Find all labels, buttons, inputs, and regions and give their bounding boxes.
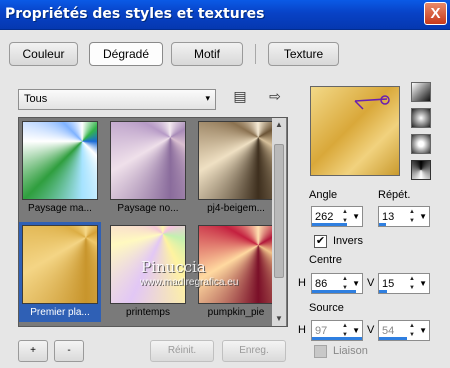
- remove-button[interactable]: -: [54, 340, 84, 362]
- angle-label: Angle: [309, 189, 338, 201]
- angle-spinner[interactable]: 262 ▲ ▼ ▼: [311, 206, 363, 227]
- watermark-url: www.madiregrafica.eu: [140, 277, 239, 288]
- radial-style-icon[interactable]: [411, 160, 431, 180]
- watermark-name: Pinuccia: [141, 258, 206, 276]
- source-h-level-bar: [312, 337, 362, 340]
- up-down-arrows-icon[interactable]: ▲ ▼: [407, 275, 417, 293]
- gradient-name: Premier pla...: [30, 307, 90, 318]
- gradient-thumbnail-icon: [22, 225, 98, 304]
- angle-value: 262: [315, 211, 334, 223]
- source-v-label: V: [367, 324, 375, 336]
- source-label: Source: [309, 302, 344, 314]
- chevron-down-icon: ▾: [205, 93, 210, 103]
- add-button[interactable]: +: [18, 340, 48, 362]
- title-bar[interactable]: Propriétés des styles et textures X: [0, 0, 450, 30]
- tab-separator: [255, 44, 256, 64]
- source-h-spinner[interactable]: 97 ▲ ▼ ▼: [311, 320, 363, 341]
- repeat-level-bar: [379, 223, 386, 226]
- up-down-arrows-icon[interactable]: ▲ ▼: [407, 322, 417, 340]
- gradient-name: pumpkin_pie: [207, 307, 265, 318]
- gradient-item-paysage-ma[interactable]: Paysage ma...: [19, 118, 101, 218]
- gradient-thumbnail-icon: [198, 121, 274, 200]
- tab-degrade[interactable]: Dégradé: [89, 42, 163, 66]
- chevron-down-icon[interactable]: ▼: [352, 212, 360, 221]
- gradient-angle-handle-icon[interactable]: [311, 87, 399, 175]
- center-v-level-bar: [379, 290, 387, 293]
- gradient-preview[interactable]: [310, 86, 400, 176]
- source-v-value: 54: [382, 325, 395, 337]
- rectangular-style-icon[interactable]: [411, 108, 431, 128]
- gradient-thumbnail-icon: [110, 121, 186, 200]
- category-dropdown[interactable]: Tous ▾: [18, 89, 216, 110]
- category-value: Tous: [24, 93, 48, 105]
- link-checkbox[interactable]: [314, 345, 327, 358]
- source-h-label: H: [298, 324, 306, 336]
- center-v-value: 15: [382, 278, 395, 290]
- tab-texture[interactable]: Texture: [268, 42, 339, 66]
- repeat-label: Répét.: [378, 189, 411, 201]
- gradient-thumbnail-icon: [198, 225, 274, 304]
- invert-checkbox[interactable]: ✔: [314, 235, 327, 248]
- gradient-thumbnail-icon: [22, 121, 98, 200]
- center-v-label: V: [367, 277, 375, 289]
- center-h-spinner[interactable]: 86 ▲ ▼ ▼: [311, 273, 363, 294]
- linear-style-icon[interactable]: [411, 82, 431, 102]
- chevron-down-icon[interactable]: ▼: [419, 212, 427, 221]
- center-h-level-bar: [312, 290, 356, 293]
- source-h-value: 97: [315, 325, 328, 337]
- invert-label: Invers: [333, 235, 363, 247]
- center-v-spinner[interactable]: 15 ▲ ▼ ▼: [378, 273, 430, 294]
- repeat-value: 13: [382, 211, 395, 223]
- center-h-label: H: [298, 277, 306, 289]
- center-h-value: 86: [315, 278, 328, 290]
- repeat-spinner[interactable]: 13 ▲ ▼ ▼: [378, 206, 430, 227]
- tab-motif[interactable]: Motif: [171, 42, 243, 66]
- save-button[interactable]: Enreg.: [222, 340, 286, 362]
- chevron-down-icon[interactable]: ▼: [352, 326, 360, 335]
- gradient-item-premier-pla[interactable]: Premier pla...: [19, 222, 101, 322]
- scrollbar-thumb[interactable]: [274, 144, 284, 278]
- reset-button[interactable]: Réinit.: [150, 340, 214, 362]
- gradient-name: Paysage no...: [117, 203, 179, 214]
- forward-arrow-icon[interactable]: ⇨: [266, 88, 284, 106]
- angle-level-bar: [312, 223, 347, 226]
- close-button[interactable]: X: [424, 2, 447, 25]
- window-title: Propriétés des styles et textures: [5, 6, 265, 22]
- gradient-name: pj4-beigem...: [207, 203, 265, 214]
- link-label: Liaison: [333, 345, 368, 357]
- sunburst-style-icon[interactable]: [411, 134, 431, 154]
- chevron-down-icon[interactable]: ▼: [352, 279, 360, 288]
- gradient-item-pumpkin-pie[interactable]: pumpkin_pie: [195, 222, 277, 322]
- gradient-gallery: Paysage ma... Paysage no... pj4-beigem..…: [18, 117, 288, 327]
- source-v-level-bar: [379, 337, 407, 340]
- library-icon[interactable]: ▤: [232, 88, 248, 106]
- chevron-down-icon[interactable]: ▼: [419, 326, 427, 335]
- tab-couleur[interactable]: Couleur: [9, 42, 78, 66]
- chevron-down-icon[interactable]: ▼: [419, 279, 427, 288]
- gradient-name: Paysage ma...: [28, 203, 92, 214]
- scroll-down-icon[interactable]: ▼: [272, 312, 286, 326]
- gradient-item-pj4-beigem[interactable]: pj4-beigem...: [195, 118, 277, 218]
- properties-window: Propriétés des styles et textures X Coul…: [0, 0, 450, 368]
- source-v-spinner[interactable]: 54 ▲ ▼ ▼: [378, 320, 430, 341]
- gradient-item-paysage-no[interactable]: Paysage no...: [107, 118, 189, 218]
- up-down-arrows-icon[interactable]: ▲ ▼: [407, 208, 417, 226]
- gallery-scrollbar[interactable]: ▲ ▼: [272, 118, 286, 326]
- scroll-up-icon[interactable]: ▲: [272, 118, 286, 132]
- gradient-name: printemps: [126, 307, 170, 318]
- center-label: Centre: [309, 254, 343, 266]
